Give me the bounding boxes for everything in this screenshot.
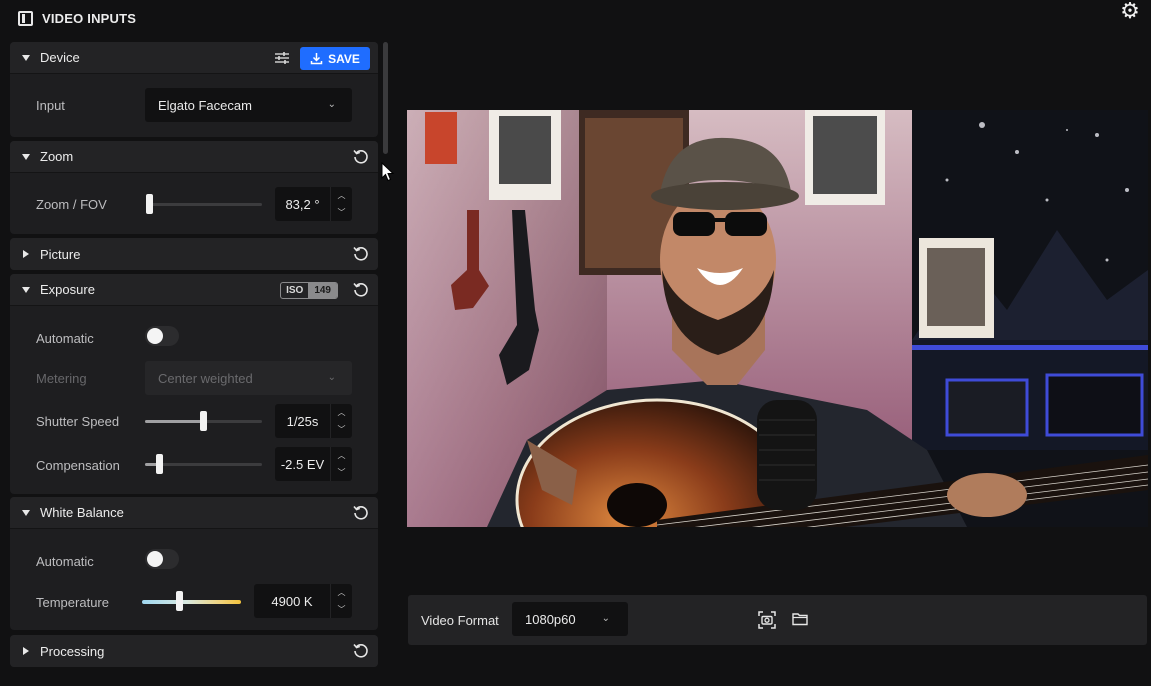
- input-select-value: Elgato Facecam: [158, 97, 252, 113]
- temperature-slider[interactable]: [142, 591, 241, 611]
- decrement-icon[interactable]: ﹀: [331, 601, 352, 618]
- device-section: Device SAVE Input Elgato Facecam ⌄: [10, 42, 378, 137]
- zoom-slider-thumb[interactable]: [146, 194, 153, 214]
- zoom-body: Zoom / FOV 83,2 ° ︿ ﹀: [10, 173, 378, 234]
- shutter-speed-slider[interactable]: [145, 411, 262, 431]
- processing-section: Processing: [10, 635, 378, 667]
- zoom-fov-value[interactable]: 83,2 °: [275, 187, 330, 221]
- white-balance-section: White Balance Automatic Temperature 4900…: [10, 497, 378, 630]
- compensation-stepper[interactable]: -2.5 EV ︿ ﹀: [275, 447, 352, 481]
- exposure-automatic-toggle[interactable]: [145, 326, 179, 346]
- zoom-section: Zoom Zoom / FOV 83,2 ° ︿ ﹀: [10, 141, 378, 234]
- shutter-speed-label: Shutter Speed: [36, 414, 120, 429]
- chevron-down-icon: ⌄: [327, 372, 336, 383]
- decrement-icon[interactable]: ﹀: [331, 421, 352, 438]
- white-balance-title: White Balance: [40, 505, 124, 520]
- picture-section: Picture: [10, 238, 378, 270]
- chevron-down-icon: ⌄: [327, 99, 336, 110]
- video-format-select[interactable]: 1080p60 ⌄: [512, 602, 628, 636]
- caret-down-icon: [22, 509, 30, 516]
- iso-key: ISO: [286, 285, 304, 296]
- input-select[interactable]: Elgato Facecam ⌄: [145, 88, 352, 122]
- wb-automatic-toggle[interactable]: [145, 549, 179, 569]
- snapshot-icon[interactable]: [758, 611, 776, 629]
- reset-icon[interactable]: [352, 245, 370, 263]
- decrement-icon[interactable]: ﹀: [331, 464, 352, 481]
- white-balance-body: Automatic Temperature 4900 K ︿ ﹀: [10, 529, 378, 630]
- video-inputs-window: VIDEO INPUTS ⚙ Device SAVE Input Elgato …: [0, 0, 1151, 686]
- processing-header[interactable]: Processing: [10, 635, 378, 667]
- wb-automatic-label: Automatic: [36, 554, 94, 569]
- reset-icon[interactable]: [352, 504, 370, 522]
- video-format-label: Video Format: [421, 613, 499, 628]
- shutter-slider-fill: [145, 420, 203, 423]
- zoom-header[interactable]: Zoom: [10, 141, 378, 173]
- save-label: SAVE: [328, 51, 360, 66]
- zoom-slider[interactable]: [146, 194, 262, 214]
- caret-down-icon: [22, 153, 30, 160]
- caret-right-icon: [23, 647, 29, 655]
- metering-select-value: Center weighted: [158, 370, 253, 386]
- shutter-speed-stepper[interactable]: 1/25s ︿ ﹀: [275, 404, 352, 438]
- zoom-fov-stepper[interactable]: 83,2 ° ︿ ﹀: [275, 187, 352, 221]
- adjustments-icon[interactable]: [274, 50, 290, 66]
- temperature-value[interactable]: 4900 K: [254, 584, 330, 618]
- exposure-automatic-label: Automatic: [36, 331, 94, 346]
- caret-down-icon: [22, 286, 30, 293]
- download-icon: [310, 53, 323, 65]
- folder-icon[interactable]: [792, 612, 808, 626]
- compensation-slider[interactable]: [145, 454, 262, 474]
- reset-icon[interactable]: [352, 148, 370, 166]
- increment-icon[interactable]: ︿: [331, 187, 352, 204]
- camera-preview: [407, 110, 1148, 527]
- metering-label: Metering: [36, 371, 87, 386]
- picture-title: Picture: [40, 246, 81, 262]
- compensation-label: Compensation: [36, 458, 120, 473]
- temperature-label: Temperature: [36, 595, 109, 610]
- temperature-slider-thumb[interactable]: [176, 591, 183, 611]
- processing-title: Processing: [40, 643, 105, 659]
- compensation-slider-thumb[interactable]: [156, 454, 163, 474]
- input-label: Input: [36, 98, 65, 113]
- panel-scrollbar[interactable]: [383, 42, 388, 154]
- device-title: Device: [40, 50, 80, 65]
- exposure-body: Automatic Metering Center weighted ⌄ Shu…: [10, 306, 378, 494]
- metering-select[interactable]: Center weighted ⌄: [145, 361, 352, 395]
- exposure-section: Exposure ISO 149 Automatic Metering Cent…: [10, 274, 378, 494]
- save-button[interactable]: SAVE: [300, 47, 370, 70]
- title-bar: VIDEO INPUTS: [18, 8, 136, 28]
- increment-icon[interactable]: ︿: [331, 447, 352, 464]
- toggle-knob: [147, 328, 163, 344]
- caret-right-icon: [23, 250, 29, 258]
- increment-icon[interactable]: ︿: [331, 584, 352, 601]
- white-balance-header[interactable]: White Balance: [10, 497, 378, 529]
- iso-badge: ISO 149: [280, 282, 338, 299]
- mouse-cursor-icon: [381, 162, 395, 182]
- zoom-title: Zoom: [40, 149, 74, 164]
- compensation-value[interactable]: -2.5 EV: [275, 447, 330, 481]
- chevron-down-icon: ⌄: [601, 613, 610, 624]
- increment-icon[interactable]: ︿: [331, 404, 352, 421]
- reset-icon[interactable]: [352, 281, 370, 299]
- shutter-speed-value[interactable]: 1/25s: [275, 404, 330, 438]
- exposure-header[interactable]: Exposure ISO 149: [10, 274, 378, 306]
- bottom-toolbar: Video Format 1080p60 ⌄: [408, 595, 1147, 645]
- temperature-stepper[interactable]: 4900 K ︿ ﹀: [254, 584, 352, 618]
- camera-feed-image: [407, 110, 1148, 527]
- zoom-fov-label: Zoom / FOV: [36, 197, 107, 212]
- gear-icon[interactable]: ⚙: [1119, 0, 1141, 22]
- device-header[interactable]: Device SAVE: [10, 42, 378, 74]
- toggle-knob: [147, 551, 163, 567]
- sidebar-toggle-icon[interactable]: [18, 10, 33, 26]
- picture-header[interactable]: Picture: [10, 238, 378, 270]
- iso-value: 149: [308, 283, 337, 298]
- decrement-icon[interactable]: ﹀: [331, 204, 352, 221]
- caret-down-icon: [22, 54, 30, 61]
- exposure-title: Exposure: [40, 282, 95, 297]
- device-body: Input Elgato Facecam ⌄: [10, 74, 378, 136]
- video-format-value: 1080p60: [525, 611, 576, 627]
- reset-icon[interactable]: [352, 642, 370, 660]
- shutter-slider-thumb[interactable]: [200, 411, 207, 431]
- app-title: VIDEO INPUTS: [42, 10, 137, 26]
